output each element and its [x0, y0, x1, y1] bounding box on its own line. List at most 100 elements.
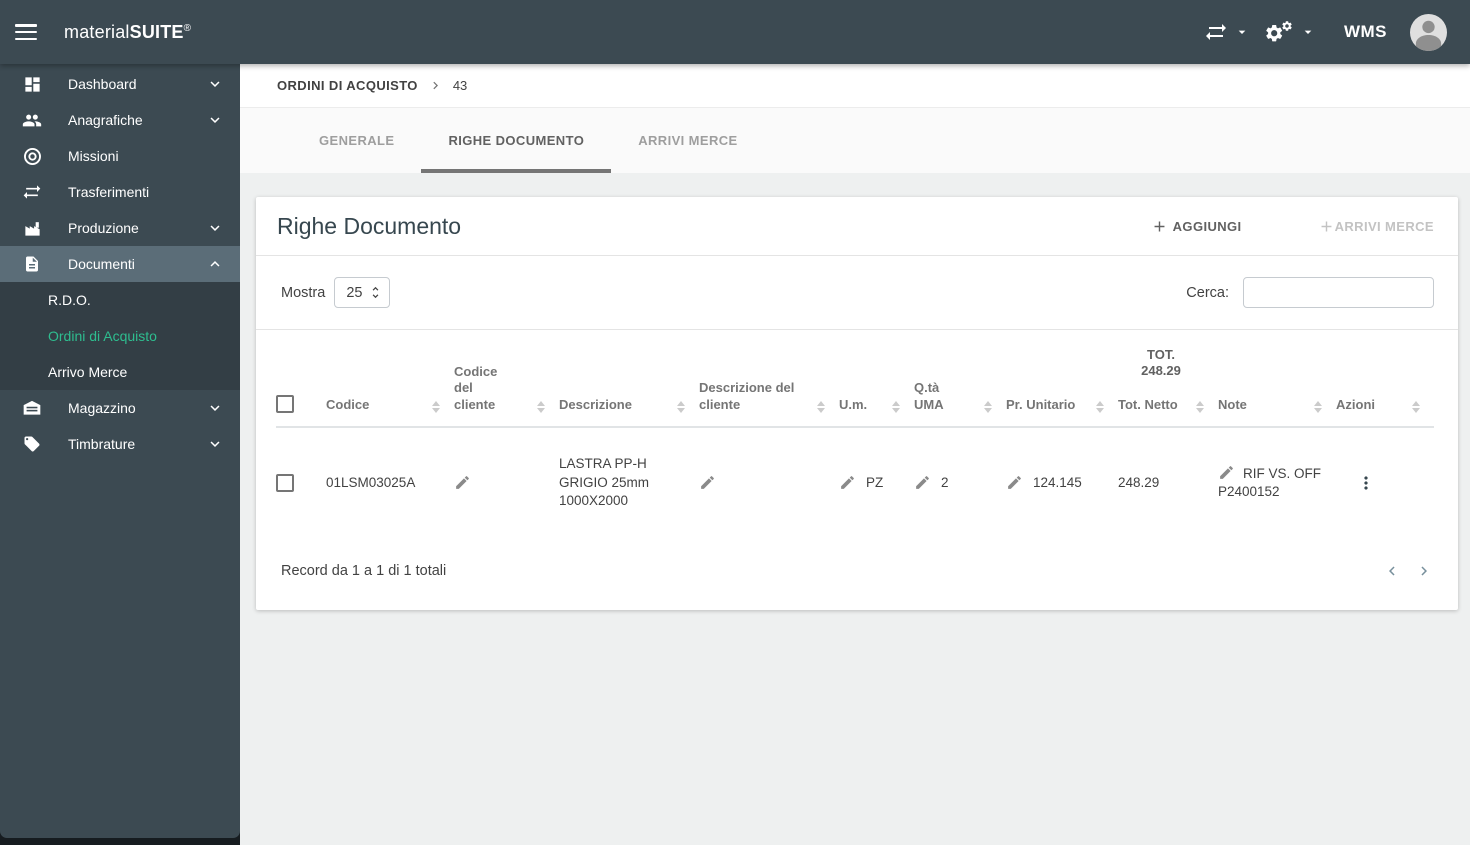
edit-icon[interactable] — [1218, 464, 1235, 481]
main-content: ORDINI DI ACQUISTO 43 GENERALE RIGHE DOC… — [240, 64, 1470, 845]
documenti-submenu: R.D.O. Ordini di Acquisto Arrivo Merce — [0, 282, 240, 390]
sidebar-item-documenti[interactable]: Documenti — [0, 246, 240, 282]
search-label: Cerca: — [1186, 284, 1229, 301]
edit-icon[interactable] — [839, 474, 856, 491]
document-icon — [22, 255, 42, 273]
edit-icon[interactable] — [914, 474, 931, 491]
righe-table: Codice Codice del cliente Descrizione De… — [256, 330, 1458, 538]
sidebar-item-timbrature[interactable]: Timbrature — [0, 426, 240, 462]
sort-icon — [432, 400, 440, 413]
row-checkbox-cell — [276, 464, 326, 502]
col-qta-uma[interactable]: Q.tà UMA — [914, 380, 1006, 426]
table-row: 01LSM03025A LASTRA PP-H GRIGIO 25mm 1000… — [276, 428, 1434, 538]
cell-qta-uma: 2 — [914, 464, 1006, 502]
card-header: Righe Documento AGGIUNGI ARRIVI MERCE — [256, 197, 1458, 256]
sidebar-item-anagrafiche[interactable]: Anagrafiche — [0, 102, 240, 138]
edit-icon[interactable] — [699, 474, 716, 491]
sidebar-item-label: Magazzino — [68, 400, 136, 416]
transfers-dropdown-caret-icon[interactable] — [1234, 24, 1250, 40]
top-app-bar: materialSUITE® WMS — [0, 0, 1470, 64]
sidebar-item-magazzino[interactable]: Magazzino — [0, 390, 240, 426]
brand-logo: materialSUITE® — [64, 21, 192, 42]
breadcrumb-id: 43 — [452, 78, 468, 93]
row-actions-kebab-icon[interactable] — [1356, 473, 1376, 493]
chevron-down-icon — [206, 435, 224, 453]
table-controls: Mostra 25 Cerca: — [256, 256, 1458, 330]
next-page-icon[interactable] — [1415, 562, 1433, 580]
col-codice-cliente[interactable]: Codice del cliente — [454, 364, 559, 426]
cell-codice-cliente — [454, 464, 559, 501]
col-note[interactable]: Note — [1218, 397, 1336, 426]
edit-icon[interactable] — [454, 474, 471, 491]
sort-icon — [1096, 400, 1104, 413]
sidebar-subitem-rdo[interactable]: R.D.O. — [0, 282, 240, 318]
col-azioni[interactable]: Azioni — [1336, 397, 1434, 426]
settings-dropdown-caret-icon[interactable] — [1300, 24, 1316, 40]
previous-page-icon[interactable] — [1383, 562, 1401, 580]
col-um[interactable]: U.m. — [839, 397, 914, 426]
select-all-checkbox[interactable] — [276, 394, 294, 413]
sort-icon — [984, 400, 992, 413]
sidebar-item-label: Trasferimenti — [68, 184, 150, 200]
chevron-right-icon — [428, 78, 443, 93]
breadcrumb: ORDINI DI ACQUISTO 43 — [240, 64, 1470, 108]
sidebar-subitem-ordini-di-acquisto[interactable]: Ordini di Acquisto — [0, 318, 240, 354]
user-avatar[interactable] — [1410, 13, 1447, 51]
chevron-down-icon — [206, 111, 224, 129]
table-header-row: Codice Codice del cliente Descrizione De… — [276, 330, 1434, 428]
cell-descrizione-cliente — [699, 464, 839, 501]
sort-icon — [537, 400, 545, 413]
chevron-down-icon — [206, 399, 224, 417]
col-descrizione[interactable]: Descrizione — [559, 397, 699, 426]
show-label: Mostra — [281, 284, 326, 301]
sidebar-item-missioni[interactable]: Missioni — [0, 138, 240, 174]
records-info: Record da 1 a 1 di 1 totali — [281, 562, 447, 579]
col-codice[interactable]: Codice — [326, 397, 454, 426]
people-icon — [22, 110, 42, 131]
cell-note: RIF VS. OFF P2400152 — [1218, 464, 1322, 500]
sort-icon — [1412, 400, 1420, 413]
tab-righe-documento[interactable]: RIGHE DOCUMENTO — [421, 108, 611, 173]
aggiungi-button[interactable]: AGGIUNGI — [1151, 218, 1242, 235]
righe-documento-card: Righe Documento AGGIUNGI ARRIVI MERCE Mo… — [256, 197, 1458, 610]
sort-icon — [817, 400, 825, 413]
transfers-icon[interactable] — [1204, 20, 1228, 44]
sidebar-item-trasferimenti[interactable]: Trasferimenti — [0, 174, 240, 210]
sidebar-item-label: Produzione — [68, 220, 139, 236]
pagination — [1383, 562, 1433, 580]
cell-tot-netto: 248.29 — [1118, 474, 1160, 490]
sort-icon — [677, 400, 685, 413]
chevron-down-icon — [206, 219, 224, 237]
settings-gears-icon[interactable] — [1264, 20, 1294, 44]
col-tot-netto[interactable]: TOT. 248.29 Tot. Netto — [1118, 347, 1218, 426]
sidebar-item-label: Documenti — [68, 256, 135, 272]
column-total: TOT. 248.29 — [1141, 347, 1181, 379]
cell-azioni — [1336, 463, 1434, 503]
chevron-down-icon — [206, 75, 224, 93]
sidebar-subitem-arrivo-merce[interactable]: Arrivo Merce — [0, 354, 240, 390]
menu-icon[interactable] — [15, 24, 37, 40]
target-icon — [22, 147, 42, 166]
search-input[interactable] — [1243, 277, 1434, 308]
tab-generale[interactable]: GENERALE — [292, 108, 421, 173]
dashboard-icon — [22, 75, 42, 94]
sidebar-item-label: Timbrature — [68, 436, 136, 452]
swap-icon — [22, 182, 42, 202]
col-descrizione-cliente[interactable]: Descrizione del cliente — [699, 380, 839, 426]
arrivi-merce-button[interactable]: ARRIVI MERCE — [1318, 218, 1434, 235]
row-checkbox[interactable] — [276, 473, 294, 492]
sort-icon — [892, 400, 900, 413]
breadcrumb-section[interactable]: ORDINI DI ACQUISTO — [277, 78, 418, 93]
plus-icon — [1321, 221, 1332, 231]
sidebar-item-dashboard[interactable]: Dashboard — [0, 66, 240, 102]
sort-icon — [1196, 400, 1204, 413]
sidebar-item-produzione[interactable]: Produzione — [0, 210, 240, 246]
page-title: Righe Documento — [277, 212, 462, 239]
col-pr-unitario[interactable]: Pr. Unitario — [1006, 397, 1118, 426]
page-size-select[interactable]: 25 — [334, 277, 391, 308]
tab-arrivi-merce[interactable]: ARRIVI MERCE — [611, 108, 764, 173]
chevron-up-icon — [206, 255, 224, 273]
document-tabs: GENERALE RIGHE DOCUMENTO ARRIVI MERCE — [240, 108, 1470, 173]
sidebar-item-label: Anagrafiche — [68, 112, 143, 128]
edit-icon[interactable] — [1006, 474, 1023, 491]
